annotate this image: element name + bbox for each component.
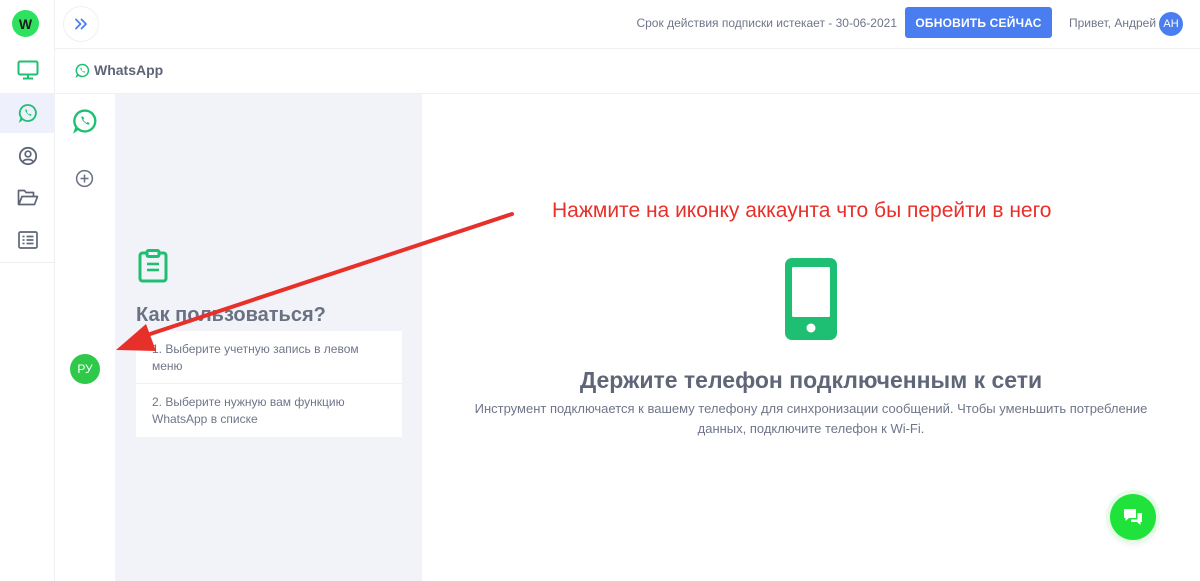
page-title-text: WhatsApp <box>94 62 164 78</box>
greeting-text: Привет, Андрей <box>1069 16 1157 30</box>
how-to-step: 1. Выберите учетную запись в левом меню <box>152 342 359 373</box>
annotation-text: Нажмите на иконку аккаунта что бы перейт… <box>552 199 1052 222</box>
account-ru-avatar[interactable]: РУ <box>70 354 100 384</box>
how-to-panel: Как пользоваться? 1. Выберите учетную за… <box>115 94 422 581</box>
sidebar-item-profile[interactable] <box>0 136 55 176</box>
top-bar: Срок действия подписки истекает - 30-06-… <box>55 0 1200 49</box>
page-title: WhatsApp <box>75 62 163 78</box>
app-root: W Срок действия подписки истекает - 30-0… <box>0 0 1200 581</box>
whatsapp-icon <box>75 63 90 78</box>
whatsapp-icon <box>73 109 97 134</box>
user-circle-icon <box>18 146 37 166</box>
chat-bubbles-icon <box>1124 509 1142 525</box>
sidebar-item-whatsapp[interactable] <box>0 93 55 133</box>
expand-sidebar-button[interactable] <box>63 6 99 42</box>
whatsapp-icon <box>18 104 37 123</box>
logo-letter: W <box>18 15 33 32</box>
whatsapp-service-button[interactable] <box>72 108 98 139</box>
list-icon <box>17 231 38 249</box>
sidebar: W <box>0 0 55 581</box>
sidebar-item-list[interactable] <box>0 220 55 260</box>
chevron-double-right-icon <box>75 18 87 30</box>
clipboard-icon <box>138 249 168 283</box>
upgrade-now-button[interactable]: ОБНОВИТЬ СЕЙЧАС <box>905 7 1052 38</box>
add-account-button[interactable] <box>75 169 94 193</box>
folder-open-icon <box>17 189 38 206</box>
sidebar-divider <box>0 262 55 263</box>
user-avatar[interactable]: АН <box>1159 12 1183 36</box>
smartphone-icon <box>785 258 837 340</box>
monitor-icon <box>17 60 38 80</box>
subscription-expiry-text: Срок действия подписки истекает - 30-06-… <box>636 16 897 30</box>
sidebar-item-dashboard[interactable] <box>0 50 55 90</box>
main-description: Инструмент подключается к вашему телефон… <box>474 401 1148 436</box>
how-to-step: 2. Выберите нужную вам функцию WhatsApp … <box>136 383 402 437</box>
plus-circle-icon <box>75 169 94 188</box>
how-to-title: Как пользоваться? <box>136 304 326 326</box>
main-content: Держите телефон подключенным к сети Инст… <box>422 94 1200 581</box>
page-header: WhatsApp <box>55 49 1200 94</box>
app-logo[interactable]: W <box>12 10 39 37</box>
main-title: Держите телефон подключенным к сети <box>579 367 1043 393</box>
accounts-column: РУ <box>55 94 115 581</box>
sidebar-item-files[interactable] <box>0 178 55 218</box>
how-to-steps: 1. Выберите учетную запись в левом меню … <box>136 331 402 437</box>
chat-button[interactable] <box>1110 494 1156 540</box>
